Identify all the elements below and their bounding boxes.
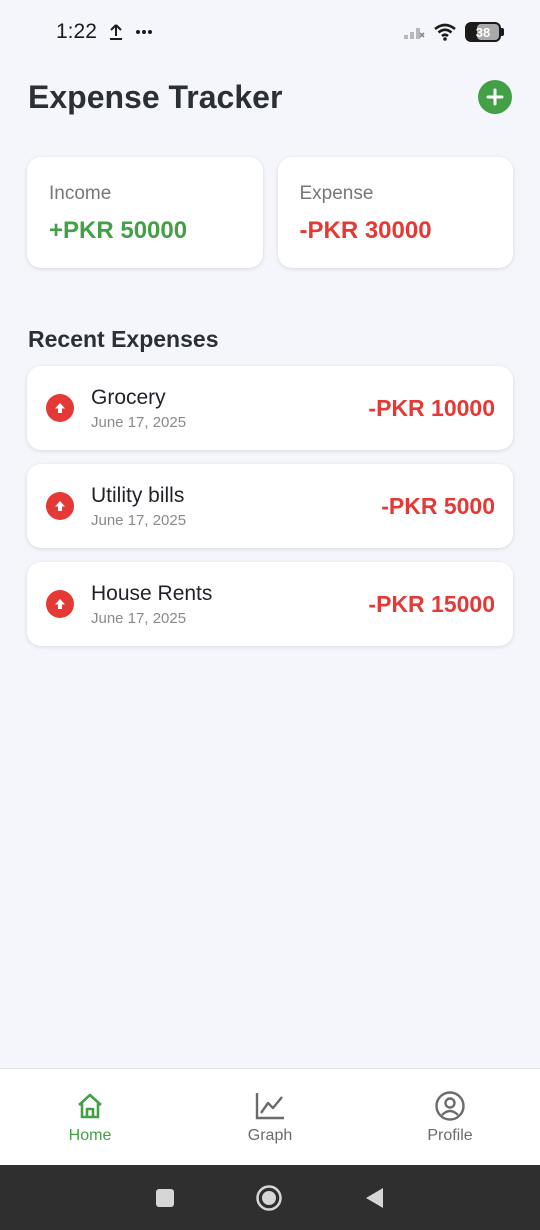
home-system-button[interactable] xyxy=(255,1184,283,1212)
battery-icon: 38 xyxy=(465,22,504,42)
upload-icon xyxy=(109,23,123,41)
expense-item-utility-bills[interactable]: Utility bills June 17, 2025 -PKR 5000 xyxy=(27,464,513,548)
expense-text: Utility bills June 17, 2025 xyxy=(91,484,381,529)
header: Expense Tracker xyxy=(28,72,512,122)
arrow-up-circle-icon xyxy=(46,492,74,520)
expense-name: Grocery xyxy=(91,385,166,409)
income-card: Income +PKR 50000 xyxy=(27,157,263,268)
status-right: 38 xyxy=(403,22,504,42)
bottom-nav: Home Graph Profile xyxy=(0,1068,540,1165)
add-expense-button[interactable] xyxy=(478,80,512,114)
page-title: Expense Tracker xyxy=(28,78,283,115)
battery-percent: 38 xyxy=(475,24,491,40)
recent-expenses-title: Recent Expenses xyxy=(28,326,219,352)
expense-item-house-rents[interactable]: House Rents June 17, 2025 -PKR 15000 xyxy=(27,562,513,646)
expense-date: June 17, 2025 xyxy=(91,413,187,431)
back-triangle-icon xyxy=(366,1187,383,1208)
expense-name: House Rents xyxy=(91,581,213,605)
expense-name: Utility bills xyxy=(91,483,185,507)
battery-body: 38 xyxy=(465,22,501,42)
expense-item-grocery[interactable]: Grocery June 17, 2025 -PKR 10000 xyxy=(27,366,513,450)
expense-list: Grocery June 17, 2025 -PKR 10000 Utility… xyxy=(27,366,513,660)
nav-label-graph: Graph xyxy=(247,1127,293,1144)
signal-icon xyxy=(403,24,425,40)
summary-cards: Income +PKR 50000 Expense -PKR 30000 xyxy=(27,157,513,268)
user-circle-icon xyxy=(434,1089,466,1123)
expense-date: June 17, 2025 xyxy=(91,511,187,529)
nav-item-profile[interactable]: Profile xyxy=(380,1089,520,1145)
arrow-up-circle-icon xyxy=(46,394,74,422)
back-button[interactable] xyxy=(363,1186,385,1210)
home-icon xyxy=(75,1089,105,1123)
expense-text: House Rents June 17, 2025 xyxy=(91,582,368,627)
more-notifications-icon xyxy=(135,29,153,35)
status-bar: 1:22 38 xyxy=(0,0,540,64)
circle-home-icon xyxy=(256,1184,282,1211)
wifi-icon xyxy=(433,23,457,41)
nav-label-home: Home xyxy=(68,1127,112,1144)
expense-amount: -PKR 10000 xyxy=(368,394,495,421)
expense-date: June 17, 2025 xyxy=(91,609,187,627)
plus-icon xyxy=(486,88,504,106)
arrow-up-circle-icon xyxy=(46,590,74,618)
system-nav-bar xyxy=(0,1165,540,1230)
status-left: 1:22 xyxy=(56,20,153,44)
expense-card: Expense -PKR 30000 xyxy=(277,157,513,268)
nav-item-graph[interactable]: Graph xyxy=(200,1089,340,1145)
nav-label-profile: Profile xyxy=(427,1127,473,1144)
recent-apps-button[interactable] xyxy=(155,1188,175,1208)
expense-amount: -PKR 5000 xyxy=(381,492,495,519)
income-label: Income xyxy=(49,183,112,204)
expense-text: Grocery June 17, 2025 xyxy=(91,386,368,431)
battery-tip xyxy=(501,28,504,36)
expense-amount: -PKR 15000 xyxy=(368,590,495,617)
square-icon xyxy=(156,1188,174,1207)
nav-item-home[interactable]: Home xyxy=(20,1089,160,1145)
income-value: +PKR 50000 xyxy=(49,217,188,244)
status-time: 1:22 xyxy=(56,20,97,43)
expense-label: Expense xyxy=(299,183,374,204)
line-chart-icon xyxy=(254,1089,286,1123)
expense-value: -PKR 30000 xyxy=(299,217,432,244)
